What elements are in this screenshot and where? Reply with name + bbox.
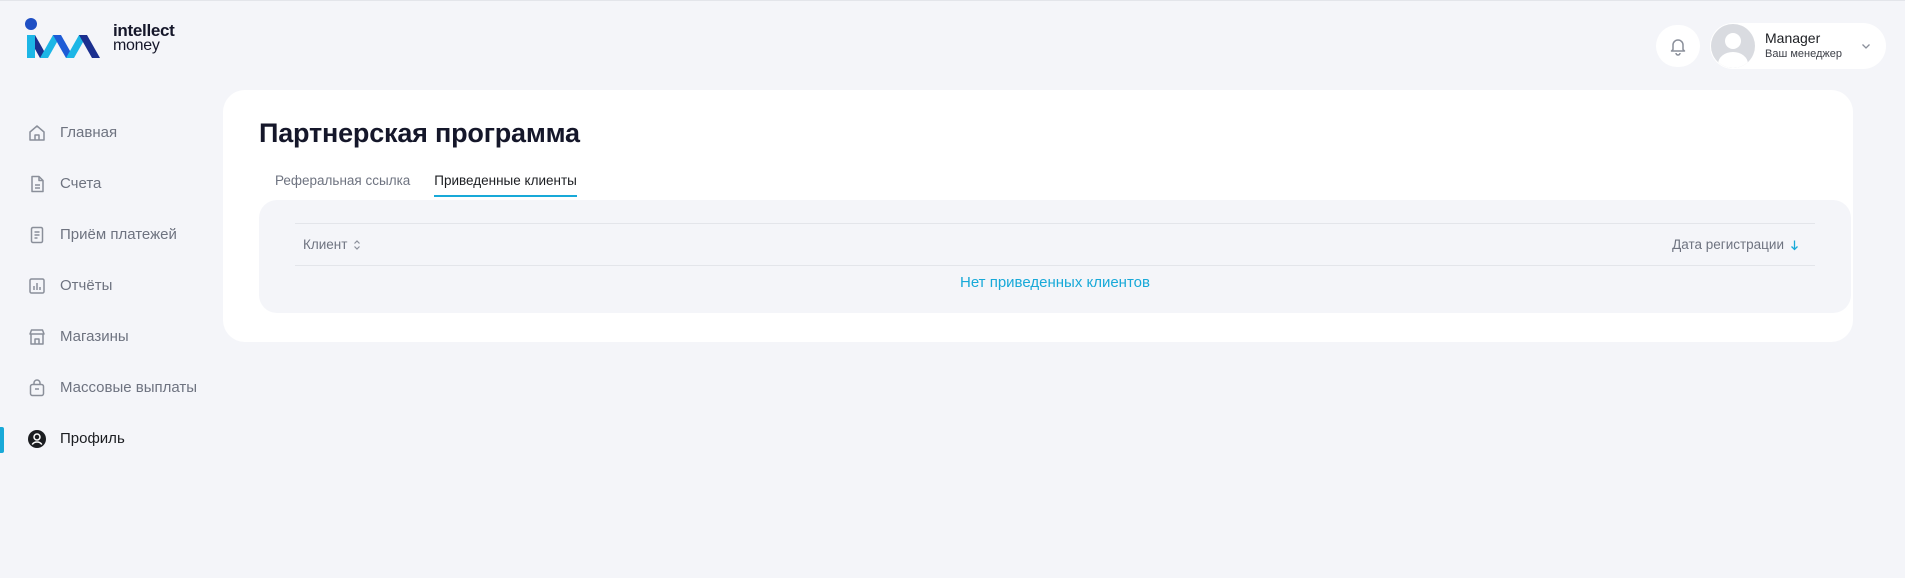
document-icon [26, 173, 48, 195]
sidebar-item-mass-payouts[interactable]: Массовые выплаты [0, 362, 215, 413]
user-name: Manager [1765, 30, 1821, 46]
sidebar-item-home[interactable]: Главная [0, 107, 215, 158]
logo-text-line1: intellect [113, 21, 175, 40]
sidebar-item-label: Профиль [60, 430, 125, 447]
bag-icon [26, 377, 48, 399]
user-role: Ваш менеджер [1765, 48, 1842, 60]
column-header-label: Дата регистрации [1672, 237, 1784, 252]
sort-descending-icon [1791, 240, 1798, 250]
tab-referred-clients[interactable]: Приведенные клиенты [434, 173, 577, 197]
chevron-down-icon [1862, 44, 1870, 49]
bell-icon [1670, 39, 1686, 56]
column-header-registration-date[interactable]: Дата регистрации [1672, 237, 1799, 252]
sidebar-nav: Главная Счета Приём платежей Отчёты Мага… [0, 107, 215, 464]
sidebar-item-payments[interactable]: Приём платежей [0, 209, 215, 260]
sidebar-item-label: Главная [60, 124, 118, 141]
sidebar-item-label: Отчёты [60, 277, 113, 294]
table-header: Клиент Дата регистрации [295, 223, 1815, 266]
receipt-icon [26, 224, 48, 246]
column-header-label: Клиент [303, 237, 348, 252]
page-title: Партнерская программа [259, 118, 580, 148]
logo-text: intellect money [113, 21, 175, 54]
tabs: Реферальная ссылка Приведенные клиенты [259, 173, 585, 197]
clients-table-panel: Клиент Дата регистрации Нет приведенных … [259, 200, 1851, 313]
user-info: Manager Ваш менеджер [1765, 30, 1842, 62]
main-card: Партнерская программа Реферальная ссылка… [223, 90, 1853, 342]
notifications-button[interactable] [1656, 25, 1700, 67]
sidebar-item-label: Магазины [60, 328, 129, 345]
logo-text-line2: money [113, 37, 160, 54]
sidebar-item-label: Счета [60, 175, 102, 192]
sort-icon [354, 239, 361, 250]
sidebar-item-label: Приём платежей [60, 226, 177, 243]
chart-icon [26, 275, 48, 297]
sidebar-item-accounts[interactable]: Счета [0, 158, 215, 209]
sidebar-item-label: Массовые выплаты [60, 379, 198, 396]
column-header-client[interactable]: Клиент [303, 237, 361, 252]
sidebar-item-profile[interactable]: Профиль [0, 413, 215, 464]
profile-icon [26, 428, 48, 450]
empty-state-text: Нет приведенных клиентов [960, 274, 1150, 291]
sidebar-item-reports[interactable]: Отчёты [0, 260, 215, 311]
intellect-money-logo-icon [25, 18, 100, 58]
logo[interactable]: intellect money [24, 17, 175, 59]
tab-referral-link[interactable]: Реферальная ссылка [275, 173, 410, 197]
store-icon [26, 326, 48, 348]
avatar [1711, 24, 1755, 68]
sidebar-item-stores[interactable]: Магазины [0, 311, 215, 362]
user-menu[interactable]: Manager Ваш менеджер [1710, 23, 1886, 69]
home-icon [26, 122, 48, 144]
